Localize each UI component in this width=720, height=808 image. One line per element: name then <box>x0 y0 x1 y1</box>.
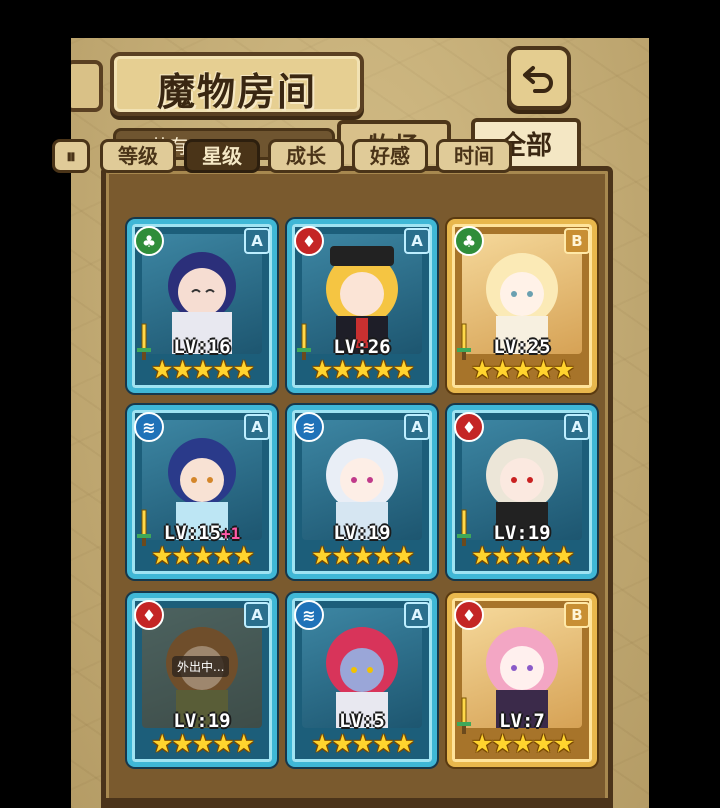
sort-time-button[interactable]: 时间 <box>436 139 512 173</box>
fire-element-icon: ♦ <box>454 600 484 630</box>
rank-badge: B <box>564 228 590 254</box>
water-element-icon: ≋ <box>294 412 324 442</box>
rank-badge: A <box>244 602 270 628</box>
rank-badge: A <box>564 414 590 440</box>
left-edge-ornament <box>71 60 103 112</box>
star-rating: ★★★★★ <box>470 541 575 570</box>
monster-card[interactable]: ♦ A LV:26 ★★★★★ <box>287 219 437 393</box>
monster-card[interactable]: ≋ A LV:15+1 ★★★★★ <box>127 405 277 579</box>
star-rating: ★★★★★ <box>310 729 415 758</box>
monster-card[interactable]: ♦ B LV:7 ★★★★★ <box>447 593 597 767</box>
rank-badge: A <box>404 228 430 254</box>
sort-star-button[interactable]: 星级 <box>184 139 260 173</box>
sort-bar: ⏸ 等级 星级 成长 好感 时间 <box>52 139 528 177</box>
star-rating: ★★★★★ <box>310 355 415 384</box>
panel-bottom-rail <box>101 798 613 808</box>
star-rating: ★★★★★ <box>150 541 255 570</box>
star-rating: ★★★★★ <box>150 355 255 384</box>
grass-element-icon: ♣ <box>134 226 164 256</box>
fire-element-icon: ♦ <box>134 600 164 630</box>
monster-card[interactable]: ≋ A LV:19 ★★★★★ <box>287 405 437 579</box>
star-rating: ★★★★★ <box>470 729 575 758</box>
title-plaque: 魔物房间 <box>110 52 364 116</box>
star-rating: ★★★★★ <box>310 541 415 570</box>
sort-order-toggle-icon[interactable]: ⏸ <box>52 139 90 173</box>
rank-badge: A <box>244 228 270 254</box>
page-title: 魔物房间 <box>156 69 317 114</box>
back-button[interactable] <box>507 46 571 110</box>
monster-card[interactable]: ≋ A LV:5 ★★★★★ <box>287 593 437 767</box>
back-arrow-icon <box>523 66 553 93</box>
water-element-icon: ≋ <box>294 600 324 630</box>
rank-badge: A <box>244 414 270 440</box>
monster-card[interactable]: ♣ A LV:16 ★★★★★ <box>127 219 277 393</box>
star-rating: ★★★★★ <box>470 355 575 384</box>
water-element-icon: ≋ <box>134 412 164 442</box>
monster-card[interactable]: ♦ A LV:19 ★★★★★ <box>447 405 597 579</box>
monster-card[interactable]: ♣ B LV:25 ★★★★★ <box>447 219 597 393</box>
fire-element-icon: ♦ <box>454 412 484 442</box>
rank-badge: B <box>564 602 590 628</box>
monster-card[interactable]: ♦ A 外出中... LV:19 ★★★★★ <box>127 593 277 767</box>
sort-level-button[interactable]: 等级 <box>100 139 176 173</box>
rank-badge: A <box>404 414 430 440</box>
fire-element-icon: ♦ <box>294 226 324 256</box>
star-rating: ★★★★★ <box>150 729 255 758</box>
sort-growth-button[interactable]: 成长 <box>268 139 344 173</box>
sort-affection-button[interactable]: 好感 <box>352 139 428 173</box>
away-status-badge: 外出中... <box>172 656 230 677</box>
rank-badge: A <box>404 602 430 628</box>
grass-element-icon: ♣ <box>454 226 484 256</box>
